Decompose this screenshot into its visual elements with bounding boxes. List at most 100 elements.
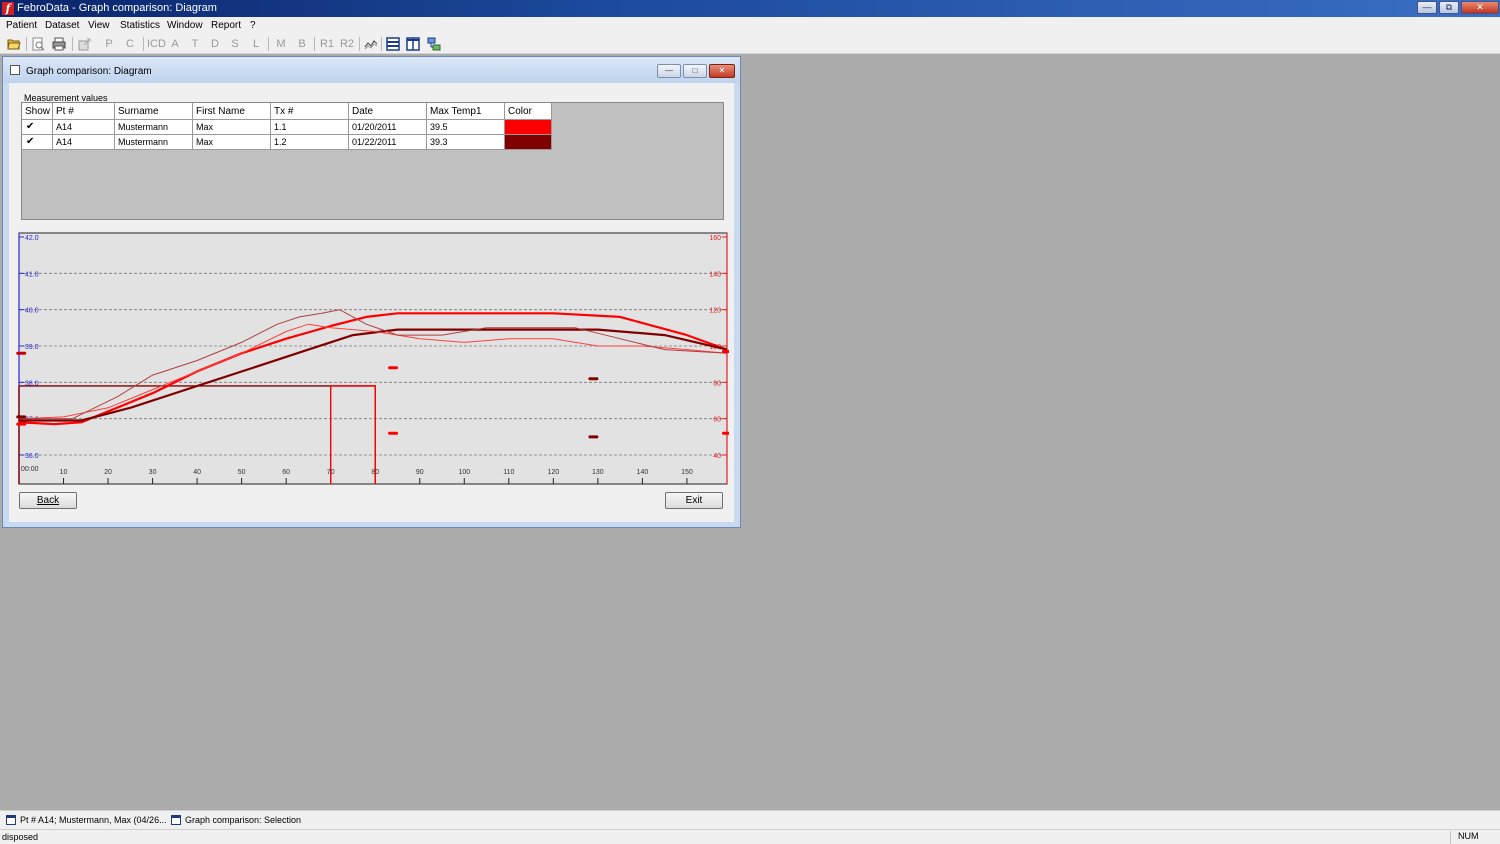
toolbar-separator — [268, 37, 269, 51]
menu-dataset[interactable]: Dataset — [45, 20, 79, 31]
temperature-chart[interactable]: 42.0 16041.0 14040.0 12039.0 10038.0 8037.0 60… — [16, 231, 729, 487]
exit-button[interactable]: Exit — [665, 492, 723, 509]
cell-pt: A14 — [53, 135, 115, 150]
column-header-show[interactable]: Show — [22, 103, 53, 120]
data-marker — [388, 431, 399, 435]
window-icon — [6, 815, 16, 825]
data-marker — [388, 366, 399, 370]
window-close-button[interactable]: ✕ — [709, 64, 735, 78]
data-marker — [722, 431, 729, 435]
y-right-tick-label: 120 — [709, 308, 721, 315]
cell-surname: Mustermann — [115, 135, 193, 150]
x-tick-label: 150 — [681, 469, 693, 476]
y-right-tick-label: 40 — [713, 453, 721, 460]
toolbar-icd-button[interactable]: ICD — [147, 36, 166, 52]
x-tick-label: 40 — [193, 469, 201, 476]
toolbar-separator — [26, 37, 27, 51]
num-lock-indicator: NUM — [1450, 831, 1498, 844]
toolbar-m-button[interactable]: M — [274, 36, 288, 52]
toolbar-separator — [359, 37, 360, 51]
network-icon[interactable] — [427, 37, 441, 51]
x-start-label: 00:00 — [21, 466, 39, 473]
toolbar-c-button[interactable]: C — [124, 36, 136, 52]
measurement-values-grid: Show Pt # Surname First Name Tx # Date M… — [21, 102, 724, 220]
y-right-tick-label: 140 — [709, 271, 721, 278]
color-swatch[interactable] — [505, 120, 552, 135]
cell-surname: Mustermann — [115, 120, 193, 135]
menu-report[interactable]: Report — [211, 20, 241, 31]
menu-statistics[interactable]: Statistics — [120, 20, 160, 31]
mdi-window-selection[interactable]: Graph comparison: Selection — [185, 814, 301, 826]
column-header-tx[interactable]: Tx # — [271, 103, 349, 120]
toolbar-separator — [72, 37, 73, 51]
minimize-button[interactable]: — — [1417, 1, 1437, 14]
toolbar-r1-button[interactable]: R1 — [318, 36, 336, 52]
menu-bar: Patient Dataset View Statistics Window R… — [0, 17, 1500, 34]
toolbar-s-button[interactable]: S — [229, 36, 241, 52]
column-header-color[interactable]: Color — [505, 103, 552, 120]
window-title-bar: Graph comparison: Diagram — □ ✕ — [3, 57, 740, 83]
x-tick-label: 10 — [60, 469, 68, 476]
toolbar-l-button[interactable]: L — [250, 36, 262, 52]
column-header-pt[interactable]: Pt # — [53, 103, 115, 120]
column-header-date[interactable]: Date — [349, 103, 427, 120]
exit-button-label: Exit — [685, 495, 703, 506]
print-icon[interactable] — [52, 37, 66, 51]
column-header-surname[interactable]: Surname — [115, 103, 193, 120]
window-title: Graph comparison: Diagram — [26, 66, 152, 77]
data-marker — [588, 377, 599, 381]
back-button-label: Back — [36, 495, 60, 506]
print-preview-icon[interactable] — [31, 37, 45, 51]
toolbar-a-button[interactable]: A — [169, 36, 181, 52]
restore-button[interactable]: ⧉ — [1439, 1, 1459, 14]
toolbar-t-button[interactable]: T — [189, 36, 201, 52]
chart-plot-area — [18, 232, 728, 485]
back-button[interactable]: Back — [19, 492, 77, 509]
show-checkbox-cell[interactable]: ✔ — [22, 135, 53, 150]
x-tick-label: 110 — [503, 469, 514, 476]
toolbar-d-button[interactable]: D — [209, 36, 221, 52]
y-left-tick-label: 39.0 — [25, 344, 39, 351]
y-right-tick-label: 80 — [713, 380, 721, 387]
toolbar-separator — [314, 37, 315, 51]
window-icon — [171, 815, 181, 825]
show-checkbox-cell[interactable]: ✔ — [22, 120, 53, 135]
cell-max-temp: 39.3 — [427, 135, 505, 150]
mdi-window-bar: Pt # A14; Mustermann, Max (04/26... Grap… — [0, 810, 1500, 829]
chart-icon[interactable] — [364, 37, 378, 51]
open-folder-icon[interactable] — [7, 37, 21, 51]
toolbar: P C ICD A T D S L M B R1 R2 — [0, 34, 1500, 54]
menu-patient[interactable]: Patient — [6, 20, 37, 31]
column-header-first-name[interactable]: First Name — [193, 103, 271, 120]
toolbar-separator — [381, 37, 382, 51]
column-header-max-temp[interactable]: Max Temp1 — [427, 103, 505, 120]
toolbar-p-button[interactable]: P — [103, 36, 115, 52]
status-bar: disposed NUM — [0, 829, 1500, 844]
toolbar-r2-button[interactable]: R2 — [338, 36, 356, 52]
x-tick-label: 50 — [238, 469, 246, 476]
x-tick-label: 100 — [458, 469, 470, 476]
close-button[interactable]: ✕ — [1461, 1, 1499, 14]
toolbar-b-button[interactable]: B — [296, 36, 308, 52]
mdi-window-patient[interactable]: Pt # A14; Mustermann, Max (04/26... — [20, 814, 167, 826]
layout-rows-icon[interactable] — [386, 37, 400, 51]
window-minimize-button[interactable]: — — [657, 64, 681, 78]
checkmark-icon[interactable]: ✔ — [26, 122, 36, 132]
menu-window[interactable]: Window — [167, 20, 203, 31]
menu-view[interactable]: View — [88, 20, 110, 31]
x-tick-label: 140 — [637, 469, 649, 476]
layout-columns-icon[interactable] — [406, 37, 420, 51]
y-right-tick-label: 160 — [709, 235, 721, 242]
data-marker — [722, 349, 729, 353]
x-tick-label: 20 — [104, 469, 112, 476]
data-marker — [588, 435, 599, 439]
window-client-area: Measurement values Show Pt # Surname Fir… — [9, 83, 734, 522]
checkmark-icon[interactable]: ✔ — [26, 137, 36, 147]
menu-help[interactable]: ? — [250, 20, 256, 31]
data-marker — [16, 351, 27, 355]
color-swatch[interactable] — [505, 135, 552, 150]
x-tick-label: 60 — [282, 469, 290, 476]
cell-date: 01/20/2011 — [349, 120, 427, 135]
window-restore-button[interactable]: □ — [683, 64, 707, 78]
export-icon[interactable] — [78, 37, 92, 51]
